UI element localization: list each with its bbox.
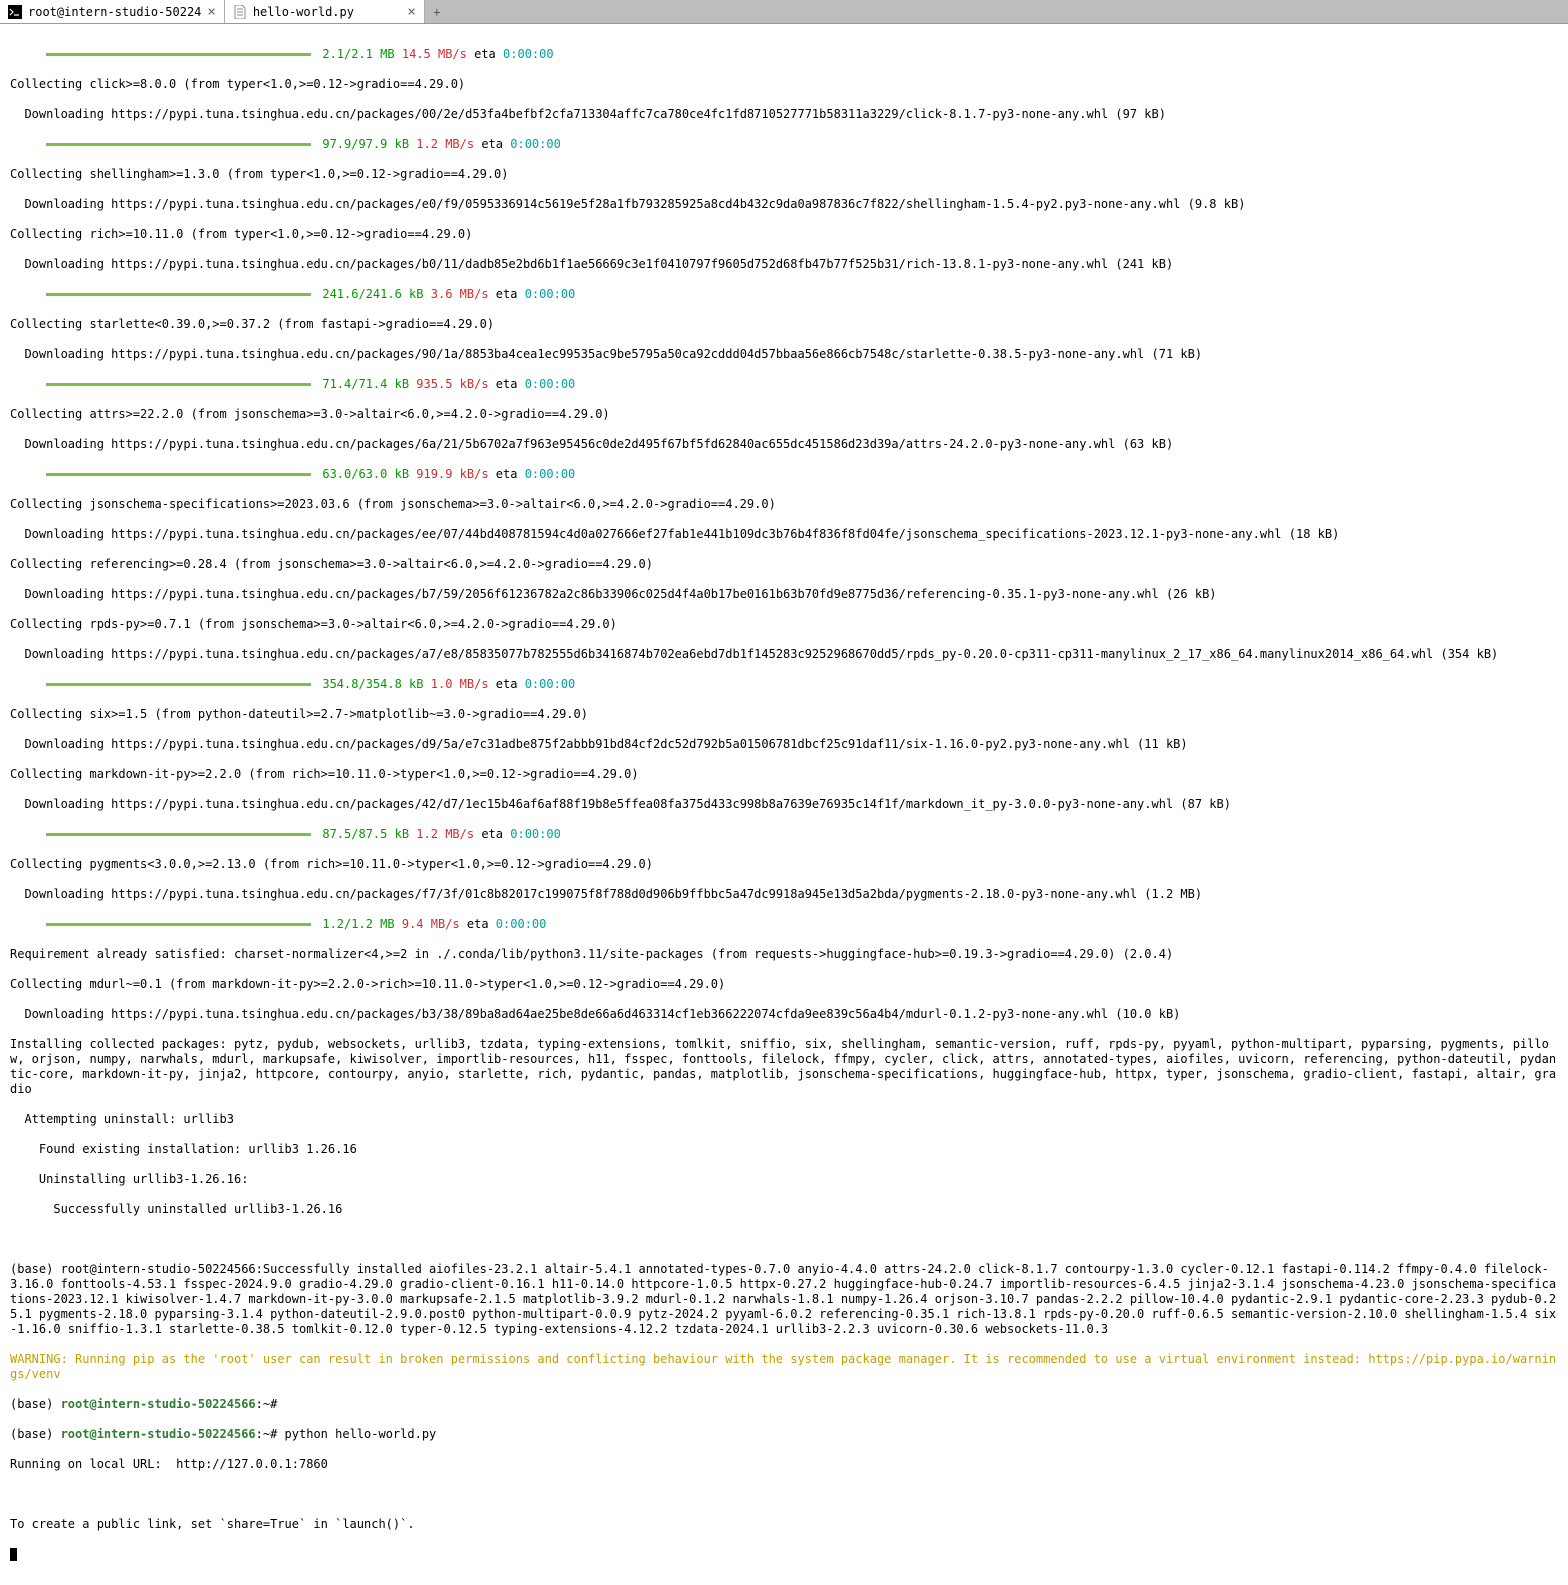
output-line: Requirement already satisfied: charset-n…	[10, 947, 1558, 962]
output-line: Downloading https://pypi.tuna.tsinghua.e…	[10, 1007, 1558, 1022]
prompt-user: root@intern-studio-50224566	[61, 1427, 256, 1441]
output-line: Collecting rich>=10.11.0 (from typer<1.0…	[10, 227, 1558, 242]
output-line: Downloading https://pypi.tuna.tsinghua.e…	[10, 797, 1558, 812]
output-line: Successfully uninstalled urllib3-1.26.16	[10, 1202, 1558, 1217]
output-line: (base) root@intern-studio-50224566:Succe…	[10, 1262, 1558, 1337]
output-line: Collecting jsonschema-specifications>=20…	[10, 497, 1558, 512]
output-line: Downloading https://pypi.tuna.tsinghua.e…	[10, 197, 1558, 212]
output-line: Uninstalling urllib3-1.26.16:	[10, 1172, 1558, 1187]
output-line: Collecting markdown-it-py>=2.2.0 (from r…	[10, 767, 1558, 782]
close-icon[interactable]: ×	[407, 5, 415, 19]
add-tab-button[interactable]: +	[425, 0, 449, 23]
warning-line: WARNING: Running pip as the 'root' user …	[10, 1352, 1558, 1382]
output-line: Downloading https://pypi.tuna.tsinghua.e…	[10, 527, 1558, 542]
progress-bar	[46, 383, 311, 386]
output-line: Collecting referencing>=0.28.4 (from jso…	[10, 557, 1558, 572]
progress-bar	[46, 923, 311, 926]
output-line: Collecting starlette<0.39.0,>=0.37.2 (fr…	[10, 317, 1558, 332]
terminal-icon	[8, 5, 22, 19]
progress-bar	[46, 293, 311, 296]
output-line: Collecting mdurl~=0.1 (from markdown-it-…	[10, 977, 1558, 992]
output-line: Running on local URL: http://127.0.0.1:7…	[10, 1457, 1558, 1472]
output-line: Downloading https://pypi.tuna.tsinghua.e…	[10, 347, 1558, 362]
output-line: Collecting pygments<3.0.0,>=2.13.0 (from…	[10, 857, 1558, 872]
output-line: Downloading https://pypi.tuna.tsinghua.e…	[10, 737, 1558, 752]
tab-label: root@intern-studio-50224	[28, 5, 201, 19]
output-line: Collecting shellingham>=1.3.0 (from type…	[10, 167, 1558, 182]
prompt-user: root@intern-studio-50224566	[61, 1397, 256, 1411]
output-line: Collecting rpds-py>=0.7.1 (from jsonsche…	[10, 617, 1558, 632]
output-line: Downloading https://pypi.tuna.tsinghua.e…	[10, 257, 1558, 272]
progress-bar	[46, 53, 311, 56]
output-line: Attempting uninstall: urllib3	[10, 1112, 1558, 1127]
output-line: Downloading https://pypi.tuna.tsinghua.e…	[10, 587, 1558, 602]
file-icon	[233, 5, 247, 19]
progress-bar	[46, 143, 311, 146]
tab-file[interactable]: hello-world.py ×	[225, 0, 425, 23]
close-icon[interactable]: ×	[207, 5, 215, 19]
tab-terminal[interactable]: root@intern-studio-50224 ×	[0, 0, 225, 23]
output-line: Downloading https://pypi.tuna.tsinghua.e…	[10, 887, 1558, 902]
output-line: Downloading https://pypi.tuna.tsinghua.e…	[10, 647, 1558, 662]
tab-bar: root@intern-studio-50224 × hello-world.p…	[0, 0, 1568, 24]
progress-bar	[46, 683, 311, 686]
output-line: Collecting six>=1.5 (from python-dateuti…	[10, 707, 1558, 722]
output-line: To create a public link, set `share=True…	[10, 1517, 1558, 1532]
progress-bar	[46, 833, 311, 836]
output-line: Collecting click>=8.0.0 (from typer<1.0,…	[10, 77, 1558, 92]
output-line: Installing collected packages: pytz, pyd…	[10, 1037, 1558, 1097]
output-line: Downloading https://pypi.tuna.tsinghua.e…	[10, 437, 1558, 452]
cursor	[10, 1548, 17, 1561]
tab-label: hello-world.py	[253, 5, 354, 19]
output-line: Found existing installation: urllib3 1.2…	[10, 1142, 1558, 1157]
output-line: Downloading https://pypi.tuna.tsinghua.e…	[10, 107, 1558, 122]
progress-bar	[46, 473, 311, 476]
terminal-output[interactable]: 2.1/2.1 MB 14.5 MB/s eta 0:00:00 Collect…	[0, 24, 1568, 1585]
output-line: Collecting attrs>=22.2.0 (from jsonschem…	[10, 407, 1558, 422]
